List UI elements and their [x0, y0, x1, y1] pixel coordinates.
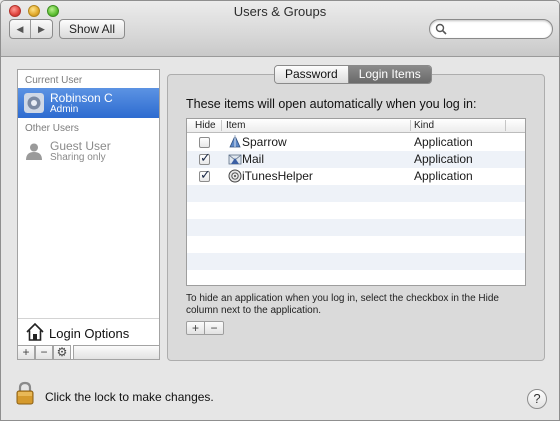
other-users-label: Other Users [25, 123, 79, 134]
gear-icon: ⚙ [56, 345, 68, 359]
search-input[interactable] [429, 19, 553, 39]
column-separator [410, 120, 411, 131]
empty-row [187, 219, 525, 236]
back-forward-control: ◀ ▶ [9, 19, 53, 39]
users-list-toolbar: + − ⚙ [17, 345, 160, 360]
forward-arrow-icon: ▶ [38, 23, 45, 34]
user-row-robinson-c[interactable]: Robinson C Admin [18, 88, 159, 118]
help-button[interactable]: ? [527, 389, 547, 409]
mail-icon [228, 154, 242, 165]
hide-checkbox[interactable] [199, 137, 210, 148]
users-list: Current User Robinson C Admin Other User… [17, 69, 160, 360]
forward-button[interactable]: ▶ [31, 20, 52, 38]
user-avatar-icon [24, 93, 44, 113]
login-options-label: Login Options [49, 326, 130, 341]
lock-message: Click the lock to make changes. [45, 390, 214, 404]
table-row[interactable]: Mail Application [187, 150, 525, 168]
action-menu-button[interactable]: ⚙ [53, 345, 71, 360]
remove-user-button[interactable]: − [35, 345, 53, 360]
sparrow-icon [229, 135, 241, 148]
empty-row [187, 270, 525, 285]
login-options-item[interactable]: Login Options [18, 318, 159, 346]
users-groups-window: Users & Groups ◀ ▶ Show All Current User… [0, 0, 560, 421]
titlebar: Users & Groups ◀ ▶ Show All [1, 1, 559, 57]
back-button[interactable]: ◀ [10, 20, 32, 38]
show-all-button[interactable]: Show All [59, 19, 125, 39]
hide-checkbox[interactable] [199, 150, 211, 166]
empty-row [187, 236, 525, 253]
empty-row [187, 253, 525, 270]
back-arrow-icon: ◀ [16, 23, 24, 34]
column-separator [505, 120, 506, 131]
house-icon [26, 322, 44, 341]
column-header-item[interactable]: Item [226, 120, 245, 131]
toolbar-filler [73, 345, 160, 360]
table-header: Hide Item Kind [187, 119, 525, 133]
column-header-kind[interactable]: Kind [414, 120, 434, 131]
empty-row [187, 202, 525, 219]
item-name: Sparrow [242, 135, 287, 149]
lock-icon[interactable] [15, 381, 35, 405]
login-items-table: Hide Item Kind Sparrow Application Mail [186, 118, 526, 286]
add-login-item-button[interactable]: + [187, 322, 205, 334]
guest-user-name: Guest User [50, 139, 111, 153]
column-header-hide[interactable]: Hide [195, 120, 216, 131]
item-kind: Application [414, 169, 473, 183]
current-user-label: Current User [25, 75, 83, 86]
hide-checkbox[interactable] [199, 167, 211, 183]
add-user-button[interactable]: + [17, 345, 35, 360]
guest-user-icon [26, 143, 42, 160]
tab-bar: Password Login Items [274, 65, 432, 84]
itunes-helper-icon [228, 169, 242, 183]
item-name: iTunesHelper [242, 169, 313, 183]
table-row[interactable]: Sparrow Application [187, 134, 525, 151]
tab-password[interactable]: Password [275, 66, 349, 83]
login-items-buttons: + − [186, 321, 224, 335]
empty-row [187, 185, 525, 202]
table-row[interactable]: iTunesHelper Application [187, 167, 525, 185]
window-title: Users & Groups [233, 4, 327, 19]
search-icon [435, 23, 447, 35]
item-name: Mail [242, 152, 265, 166]
tab-login-items[interactable]: Login Items [348, 66, 431, 83]
login-items-intro: These items will open automatically when… [186, 97, 477, 111]
user-name: Robinson C [50, 91, 113, 105]
guest-user-status: Sharing only [50, 152, 106, 163]
user-row-guest-user[interactable]: Guest User Sharing only [18, 136, 159, 166]
login-items-hint: To hide an application when you log in, … [186, 293, 499, 316]
item-kind: Application [414, 135, 473, 149]
item-kind: Application [414, 152, 473, 166]
user-role: Admin [50, 104, 79, 115]
remove-login-item-button[interactable]: − [205, 322, 223, 334]
column-separator [221, 120, 222, 131]
